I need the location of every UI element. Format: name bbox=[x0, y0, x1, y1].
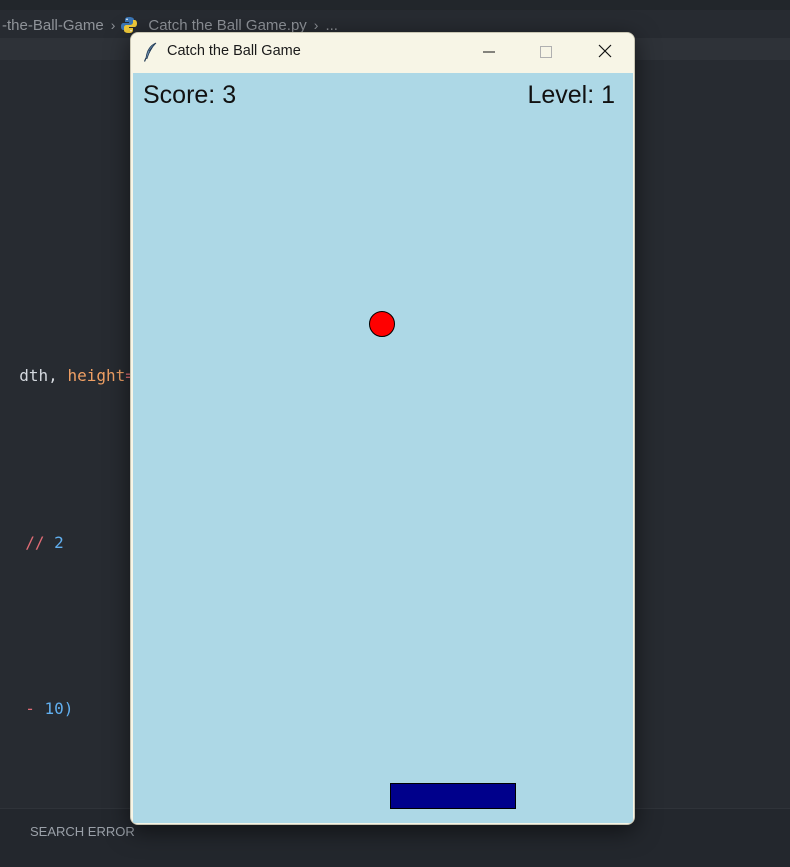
maximize-icon bbox=[540, 43, 552, 62]
window-titlebar[interactable]: Catch the Ball Game bbox=[131, 33, 634, 72]
score-label: Score: 3 bbox=[143, 81, 237, 109]
ball bbox=[369, 311, 395, 337]
code-line[interactable]: - 10) bbox=[6, 680, 73, 718]
code-line[interactable]: // 2 bbox=[6, 514, 64, 552]
close-button[interactable] bbox=[582, 33, 628, 72]
paddle[interactable] bbox=[390, 783, 516, 809]
game-window: Catch the Ball Game Score: 3 Level: 1 bbox=[130, 32, 635, 825]
game-canvas[interactable]: Score: 3 Level: 1 bbox=[133, 73, 633, 823]
maximize-button[interactable] bbox=[523, 33, 569, 72]
breadcrumb-file[interactable]: Catch the Ball Game.py bbox=[148, 17, 306, 34]
level-label: Level: 1 bbox=[527, 81, 615, 109]
editor-top-strip bbox=[0, 0, 790, 10]
chevron-right-icon: › bbox=[313, 17, 319, 33]
window-title: Catch the Ball Game bbox=[167, 43, 301, 59]
close-icon bbox=[598, 43, 612, 62]
breadcrumb-folder[interactable]: -the-Ball-Game bbox=[2, 17, 104, 34]
minimize-icon bbox=[483, 43, 495, 62]
chevron-right-icon: › bbox=[110, 17, 116, 33]
minimize-button[interactable] bbox=[466, 33, 512, 72]
feather-icon bbox=[143, 42, 159, 62]
breadcrumb-ellipsis[interactable]: ... bbox=[325, 17, 338, 34]
search-error-label[interactable]: SEARCH ERROR bbox=[30, 824, 135, 839]
